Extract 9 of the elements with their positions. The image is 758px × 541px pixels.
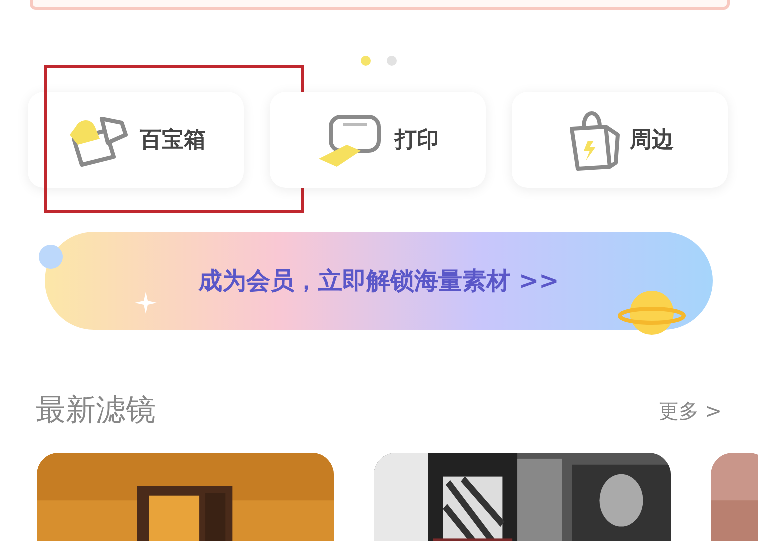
planet-icon — [618, 288, 686, 338]
member-banner[interactable]: 成为会员，立即解锁海量素材 >> — [45, 232, 713, 330]
sparkle-icon — [135, 292, 157, 314]
shortcut-card[interactable]: 打印 — [270, 92, 486, 188]
section-title: 最新滤镜 — [36, 392, 156, 430]
shortcut-card[interactable]: 百宝箱 — [28, 92, 244, 188]
shortcut-card[interactable]: 周边 — [512, 92, 728, 188]
more-link[interactable]: 更多 > — [658, 396, 722, 426]
bubble-icon — [38, 244, 64, 270]
